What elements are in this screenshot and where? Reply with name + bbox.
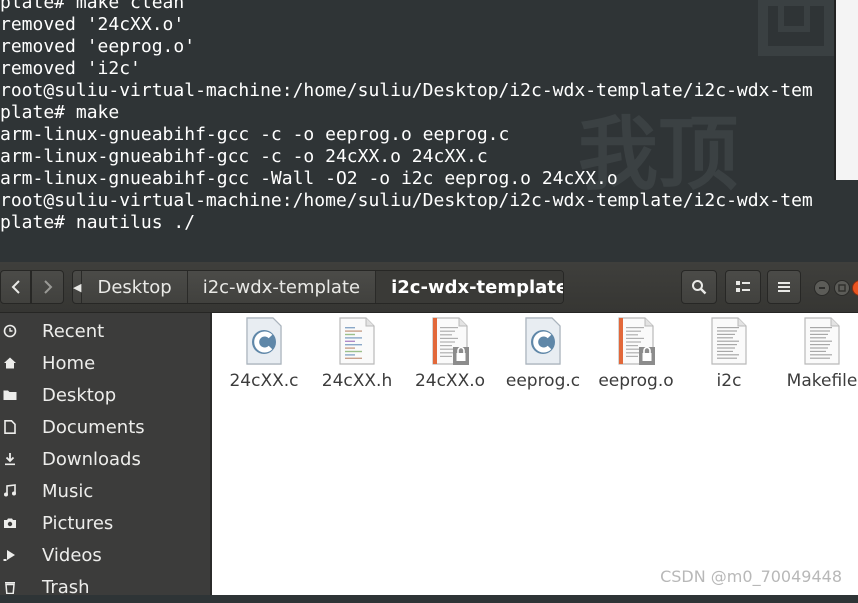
c-source-file-icon (524, 317, 562, 365)
breadcrumb-item[interactable]: i2c-wdx-template (376, 271, 563, 303)
sidebar-item-recent[interactable]: Recent (0, 315, 210, 347)
clock-icon (2, 323, 18, 339)
hamburger-menu-icon (778, 282, 790, 292)
sidebar-item-label: Music (42, 480, 94, 502)
menu-button[interactable] (767, 270, 801, 304)
terminal-line: root@suliu-virtual-machine:/home/suliu/D… (0, 190, 813, 211)
video-icon (2, 547, 18, 563)
wallpaper-sticker (834, 0, 858, 180)
maximize-button[interactable] (834, 280, 850, 296)
file-name: Makefile (786, 371, 858, 391)
terminal-line: removed '24cXX.o' (0, 14, 185, 35)
path-bar: ◀ Desktop i2c-wdx-template i2c-wdx-templat… (72, 270, 564, 304)
sidebar-item-label: Home (42, 352, 96, 374)
chevron-left-icon (11, 280, 20, 294)
sidebar-item-label: Videos (42, 544, 102, 566)
sidebar-item-downloads[interactable]: Downloads (0, 443, 210, 475)
file-manager-window: ◀ Desktop i2c-wdx-template i2c-wdx-templat… (0, 262, 858, 598)
sidebar-item-trash[interactable]: Trash (0, 571, 210, 603)
search-icon (692, 280, 707, 295)
chevron-right-icon (43, 280, 52, 294)
trash-icon (2, 579, 18, 595)
terminal-line: plate# make clean (0, 0, 185, 13)
minimize-button[interactable] (814, 280, 830, 296)
c-source-file-icon (245, 317, 283, 365)
document-icon (2, 419, 18, 435)
file-item[interactable]: Makefile (776, 317, 858, 407)
terminal-line: arm-linux-gnueabihf-gcc -c -o eeprog.o e… (0, 124, 510, 145)
view-grid-icon (736, 281, 750, 292)
terminal-line: root@suliu-virtual-machine:/home/suliu/D… (0, 80, 813, 101)
search-button[interactable] (681, 270, 717, 304)
file-item[interactable]: 24cXX.o (404, 317, 496, 407)
csdn-watermark: CSDN @m0_70049448 (660, 567, 842, 586)
terminal-line: removed 'i2c' (0, 58, 141, 79)
path-scroll-left-button[interactable]: ◀ (73, 271, 83, 303)
sidebar-item-label: Desktop (42, 384, 117, 406)
terminal-line: arm-linux-gnueabihf-gcc -Wall -O2 -o i2c… (0, 168, 618, 189)
terminal-line: removed 'eeprog.o' (0, 36, 196, 57)
music-icon (2, 483, 18, 499)
file-item[interactable]: 24cXX.h (311, 317, 403, 407)
file-item[interactable]: i2c (683, 317, 775, 407)
sidebar-item-label: Trash (42, 576, 90, 598)
text-file-icon (710, 317, 748, 365)
sidebar-item-home[interactable]: Home (0, 347, 210, 379)
terminal-line: arm-linux-gnueabihf-gcc -c -o 24cXX.o 24… (0, 146, 488, 167)
back-button[interactable] (0, 270, 31, 304)
file-item[interactable]: eeprog.o (590, 317, 682, 407)
folder-icon (2, 387, 18, 403)
sidebar-item-label: Pictures (42, 512, 114, 534)
sidebar-item-music[interactable]: Music (0, 475, 210, 507)
text-file-icon (803, 317, 841, 365)
places-sidebar: Recent Home Desktop Documents Downloads Music… (0, 313, 212, 598)
maximize-icon (838, 284, 846, 292)
c-header-file-icon (338, 317, 376, 365)
locked-object-file-icon (617, 317, 655, 365)
terminal-line: plate# make (0, 102, 120, 123)
file-item[interactable]: eeprog.c (497, 317, 589, 407)
home-icon (2, 355, 18, 371)
forward-button[interactable] (31, 270, 64, 304)
terminal-output: plate# make clean removed '24cXX.o' remove… (0, 0, 813, 234)
terminal-line: plate# nautilus ./ (0, 212, 196, 233)
sidebar-item-videos[interactable]: Videos (0, 539, 210, 571)
terminal-window[interactable]: 我顶 plate# make clean removed '24cXX.o' rem… (0, 0, 858, 262)
sidebar-item-desktop[interactable]: Desktop (0, 379, 210, 411)
download-icon (2, 451, 18, 467)
close-button[interactable] (852, 280, 858, 296)
sidebar-item-label: Recent (42, 320, 105, 342)
minimize-icon (819, 287, 825, 289)
sidebar-item-label: Documents (42, 416, 145, 438)
header-bar: ◀ Desktop i2c-wdx-template i2c-wdx-templat… (0, 262, 858, 313)
breadcrumb-item[interactable]: Desktop (82, 271, 188, 303)
breadcrumb-item[interactable]: i2c-wdx-template (188, 271, 377, 303)
sidebar-item-label: Downloads (42, 448, 141, 470)
camera-icon (2, 515, 18, 531)
sidebar-item-documents[interactable]: Documents (0, 411, 210, 443)
file-item[interactable]: 24cXX.c (218, 317, 310, 407)
locked-object-file-icon (431, 317, 469, 365)
file-view[interactable]: 24cXX.c 24cXX.h 24cXX.o eeprog.c eeprog.o i2c… (212, 313, 858, 595)
view-mode-button[interactable] (725, 270, 761, 304)
sidebar-item-pictures[interactable]: Pictures (0, 507, 210, 539)
